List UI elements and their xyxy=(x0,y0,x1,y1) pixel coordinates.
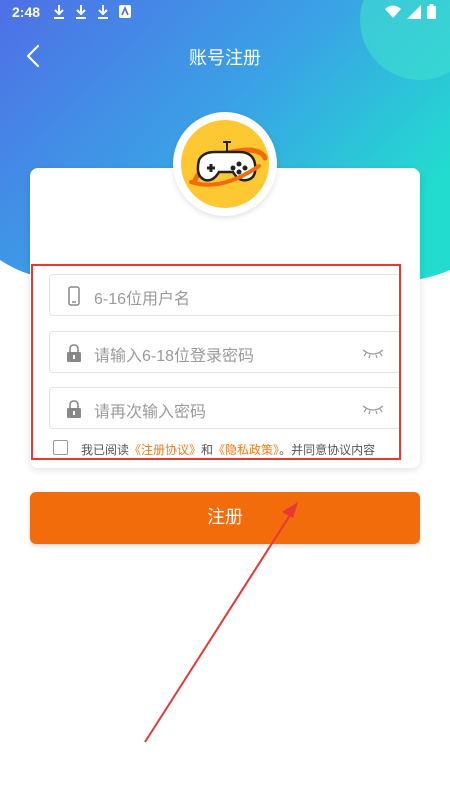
register-button[interactable]: 注册 xyxy=(30,492,420,544)
download-icon xyxy=(54,5,64,19)
wifi-icon xyxy=(385,5,401,18)
status-time: 2:48 xyxy=(12,4,41,20)
download-icon xyxy=(98,5,108,19)
gamepad-icon xyxy=(189,141,268,187)
signal-icon xyxy=(407,4,421,19)
status-bar: 2:48 xyxy=(0,0,450,24)
a-icon xyxy=(119,5,131,18)
highlight-box xyxy=(31,264,401,460)
status-system-icons xyxy=(385,4,436,19)
download-icon xyxy=(76,5,86,19)
logo-circle xyxy=(181,120,269,208)
app-logo xyxy=(173,112,277,216)
page-title: 账号注册 xyxy=(189,48,261,69)
status-notification-icons xyxy=(52,4,132,20)
battery-icon xyxy=(427,4,436,19)
